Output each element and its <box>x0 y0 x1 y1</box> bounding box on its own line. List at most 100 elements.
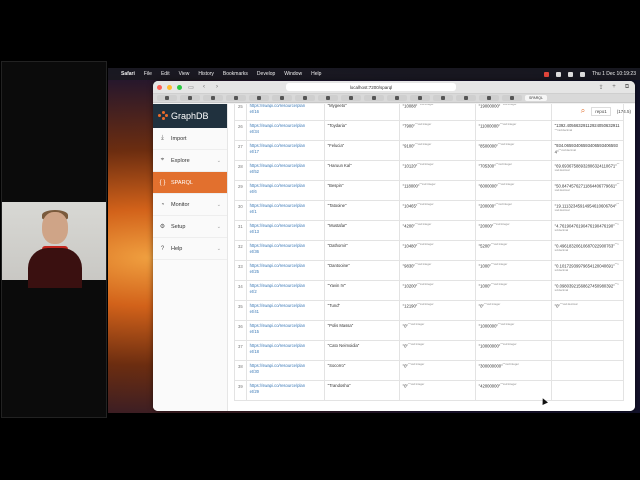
new-tab-icon[interactable]: + <box>610 84 618 91</box>
planet-uri-line1[interactable]: https://swapi.co/resource/plan <box>250 183 305 188</box>
planet-uri-line1[interactable]: https://swapi.co/resource/plan <box>250 303 305 308</box>
repository-select[interactable]: repo1 <box>591 106 611 116</box>
planet-uri-line1[interactable]: https://swapi.co/resource/plan <box>250 343 305 348</box>
planet-uri-cell[interactable]: https://swapi.co/resource/plan et/17 <box>245 140 325 161</box>
user-label[interactable]: (174.5) <box>617 109 631 114</box>
sidebar-item-explore[interactable]: ⌖ Explore ⌄ <box>153 150 227 172</box>
browser-tab[interactable] <box>387 95 407 101</box>
planet-uri-line2[interactable]: et/29 <box>250 389 259 394</box>
planet-uri-line2[interactable]: et/30 <box>250 369 259 374</box>
planet-uri-line1[interactable]: https://swapi.co/resource/plan <box>250 263 305 268</box>
planet-uri-line1[interactable]: https://swapi.co/resource/plan <box>250 283 305 288</box>
planet-uri-line1[interactable]: https://swapi.co/resource/plan <box>250 203 305 208</box>
browser-tab[interactable] <box>203 95 223 101</box>
planet-uri-line2[interactable]: et/34 <box>250 129 259 134</box>
close-window-button[interactable] <box>157 84 162 90</box>
planet-uri-cell[interactable]: https://swapi.co/resource/plan et/52 <box>245 160 325 181</box>
menu-develop[interactable]: Develop <box>257 71 275 77</box>
planet-uri-cell[interactable]: https://swapi.co/resource/plan et/1 <box>245 200 325 221</box>
menubar-app-name[interactable]: Safari <box>121 71 135 77</box>
planet-uri-cell[interactable]: https://swapi.co/resource/plan et/6 <box>245 180 325 201</box>
row-index: 37 <box>234 340 247 361</box>
planet-uri-cell[interactable]: https://swapi.co/resource/plan et/30 <box>245 360 325 381</box>
sidebar-item-help[interactable]: ? Help ⌄ <box>153 238 227 260</box>
browser-tab[interactable] <box>433 95 453 101</box>
minimize-window-button[interactable] <box>167 84 172 90</box>
planet-uri-cell[interactable]: https://swapi.co/resource/plan et/16 <box>245 104 325 121</box>
planet-uri-line2[interactable]: et/41 <box>250 309 259 314</box>
menu-file[interactable]: File <box>144 71 152 77</box>
forward-icon[interactable]: › <box>213 84 221 90</box>
menu-bookmarks[interactable]: Bookmarks <box>223 71 248 77</box>
planet-uri-line1[interactable]: https://swapi.co/resource/plan <box>250 223 305 228</box>
planet-uri-cell[interactable]: https://swapi.co/resource/plan et/15 <box>245 320 325 341</box>
browser-tab[interactable] <box>410 95 430 101</box>
menu-view[interactable]: View <box>179 71 190 77</box>
sidebar-item-setup[interactable]: ⚙ Setup ⌄ <box>153 216 227 238</box>
planet-uri-cell[interactable]: https://swapi.co/resource/plan et/34 <box>245 120 325 141</box>
browser-tab[interactable] <box>341 95 361 101</box>
planet-uri-line2[interactable]: et/13 <box>250 229 259 234</box>
search-icon[interactable]: ⌕ <box>581 106 585 116</box>
menu-help[interactable]: Help <box>311 71 321 77</box>
sidebar-item-import[interactable]: ⤓ Import <box>153 128 227 150</box>
sidebar-item-monitor[interactable]: ◔ Monitor ⌄ <box>153 194 227 216</box>
graphdb-logo[interactable]: GraphDB <box>153 104 227 128</box>
menu-window[interactable]: Window <box>284 71 302 77</box>
planet-uri-cell[interactable]: https://swapi.co/resource/plan et/29 <box>245 380 325 401</box>
planet-uri-cell[interactable]: https://swapi.co/resource/plan et/18 <box>245 340 325 361</box>
sidebar-item-sparql[interactable]: { } SPARQL <box>153 172 227 194</box>
record-icon[interactable] <box>544 71 550 77</box>
share-icon[interactable]: ⇪ <box>597 84 605 91</box>
planet-uri-line1[interactable]: https://swapi.co/resource/plan <box>250 123 305 128</box>
menubar-clock[interactable]: Thu 1 Dec 10:19:23 <box>592 71 636 77</box>
planet-uri-line2[interactable]: et/18 <box>250 349 259 354</box>
planet-uri-line1[interactable]: https://swapi.co/resource/plan <box>250 143 305 148</box>
browser-tab[interactable] <box>157 95 177 101</box>
browser-tab[interactable] <box>502 95 522 101</box>
address-bar[interactable]: localhost:7200/sparql <box>286 83 456 91</box>
tray-icon[interactable] <box>556 71 562 77</box>
planet-uri-line2[interactable]: et/36 <box>250 249 259 254</box>
planet-uri-line2[interactable]: et/16 <box>250 109 259 114</box>
browser-tab[interactable] <box>456 95 476 101</box>
tab-overview-icon[interactable]: ⧉ <box>623 84 631 91</box>
browser-tab[interactable] <box>295 95 315 101</box>
battery-icon[interactable] <box>580 71 586 77</box>
sidebar-item-label: Monitor <box>171 201 190 208</box>
browser-tab[interactable] <box>479 95 499 101</box>
planet-uri-line1[interactable]: https://swapi.co/resource/plan <box>250 383 305 388</box>
planet-uri-line1[interactable]: https://swapi.co/resource/plan <box>250 104 305 108</box>
browser-tab-active[interactable]: SPARQL <box>525 95 547 101</box>
planet-uri-cell[interactable]: https://swapi.co/resource/plan et/25 <box>245 260 325 281</box>
planet-uri-line2[interactable]: et/6 <box>250 189 257 194</box>
planet-uri-line1[interactable]: https://swapi.co/resource/plan <box>250 163 305 168</box>
planet-uri-line2[interactable]: et/52 <box>250 169 259 174</box>
browser-tab[interactable] <box>180 95 200 101</box>
browser-tab[interactable] <box>249 95 269 101</box>
planet-uri-line1[interactable]: https://swapi.co/resource/plan <box>250 363 305 368</box>
planet-uri-line2[interactable]: et/2 <box>250 289 257 294</box>
back-icon[interactable]: ‹ <box>200 84 208 90</box>
planet-uri-line2[interactable]: et/15 <box>250 329 259 334</box>
wifi-icon[interactable] <box>568 71 574 77</box>
browser-tab[interactable] <box>364 95 384 101</box>
menu-edit[interactable]: Edit <box>161 71 170 77</box>
planet-uri-line2[interactable]: et/25 <box>250 269 259 274</box>
planet-uri-cell[interactable]: https://swapi.co/resource/plan et/36 <box>245 240 325 261</box>
planet-uri-line1[interactable]: https://swapi.co/resource/plan <box>250 323 305 328</box>
maximize-window-button[interactable] <box>177 84 182 90</box>
browser-tab[interactable] <box>226 95 246 101</box>
planet-uri-line2[interactable]: et/17 <box>250 149 259 154</box>
row-index-text: 28 <box>238 164 243 169</box>
planet-uri-line1[interactable]: https://swapi.co/resource/plan <box>250 243 305 248</box>
planet-uri-cell[interactable]: https://swapi.co/resource/plan et/41 <box>245 300 325 321</box>
planet-uri-cell[interactable]: https://swapi.co/resource/plan et/13 <box>245 220 325 241</box>
planet-uri-line2[interactable]: et/1 <box>250 209 257 214</box>
browser-tab[interactable] <box>272 95 292 101</box>
sidebar-toggle-icon[interactable]: ▭ <box>187 84 195 91</box>
sidebar-item-label: Help <box>171 245 183 252</box>
menu-history[interactable]: History <box>198 71 214 77</box>
browser-tab[interactable] <box>318 95 338 101</box>
planet-uri-cell[interactable]: https://swapi.co/resource/plan et/2 <box>245 280 325 301</box>
